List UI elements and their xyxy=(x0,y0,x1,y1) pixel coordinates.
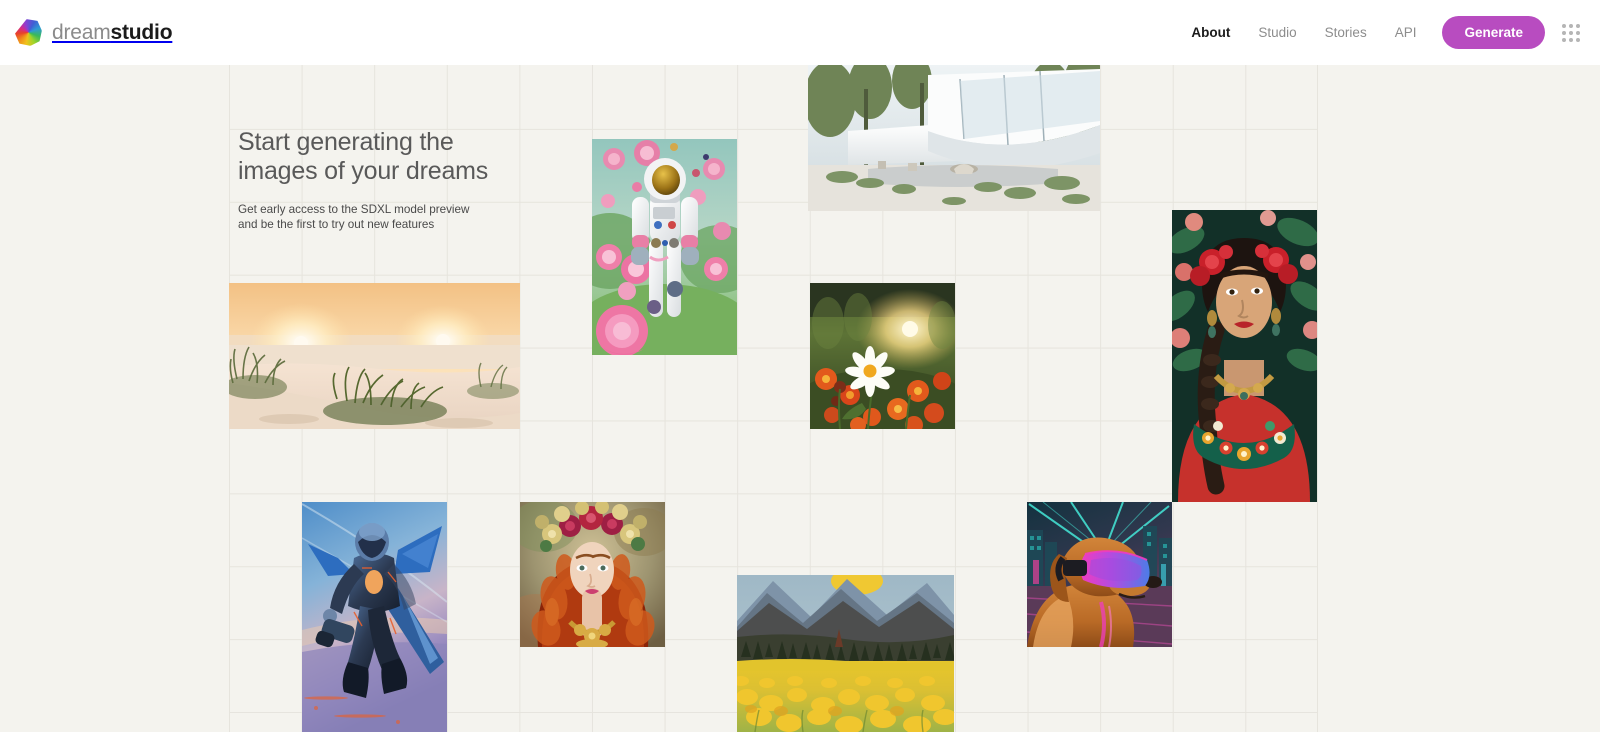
brand-word-dream: dream xyxy=(52,21,111,44)
vr-dog-image xyxy=(1027,502,1172,647)
daisy-wildflowers-image xyxy=(810,283,955,429)
apps-grid-icon[interactable] xyxy=(1562,23,1580,42)
brand-wordmark: dreamstudio xyxy=(52,21,173,44)
gallery-tile-redhead-floral-crown[interactable] xyxy=(520,502,665,647)
gallery-tile-beach-dunes-sunset[interactable] xyxy=(229,283,520,429)
hero-subtitle: Get early access to the SDXL model previ… xyxy=(238,203,470,232)
generate-button[interactable]: Generate xyxy=(1442,16,1545,49)
brand-word-studio: studio xyxy=(110,21,173,44)
hero-copy: Start generating the images of your drea… xyxy=(238,128,538,233)
nav-item-stories[interactable]: Stories xyxy=(1311,19,1381,46)
gallery-tile-daisy-wildflowers[interactable] xyxy=(810,283,955,429)
scifi-soldier-image xyxy=(302,502,447,732)
astronaut-roses-image xyxy=(592,139,737,355)
site-header: dreamstudio About Studio Stories API Gen… xyxy=(0,0,1600,65)
gallery-canvas: Start generating the images of your drea… xyxy=(0,65,1600,732)
modern-architecture-image xyxy=(808,65,1100,211)
gallery-tile-scifi-soldier[interactable] xyxy=(302,502,447,732)
beach-dunes-sunset-image xyxy=(229,283,520,429)
gallery-tile-yellow-flower-valley[interactable] xyxy=(737,575,954,732)
gallery-tile-modern-architecture[interactable] xyxy=(808,65,1100,211)
hero-title: Start generating the images of your drea… xyxy=(238,128,489,185)
brand-logo-link[interactable]: dreamstudio xyxy=(13,17,173,47)
nav-item-about[interactable]: About xyxy=(1177,19,1244,46)
nav-item-studio[interactable]: Studio xyxy=(1244,19,1310,46)
nav-item-api[interactable]: API xyxy=(1381,19,1431,46)
gallery-tile-astronaut-roses[interactable] xyxy=(592,139,737,355)
main-navigation: About Studio Stories API Generate xyxy=(1177,16,1586,49)
yellow-flower-valley-image xyxy=(737,575,954,732)
gallery-tile-frida-portrait[interactable] xyxy=(1172,210,1317,502)
frida-portrait-image xyxy=(1172,210,1317,502)
redhead-floral-crown-image xyxy=(520,502,665,647)
dreamstudio-hexagon-logo-icon xyxy=(13,17,43,47)
gallery-tile-vr-dog[interactable] xyxy=(1027,502,1172,647)
